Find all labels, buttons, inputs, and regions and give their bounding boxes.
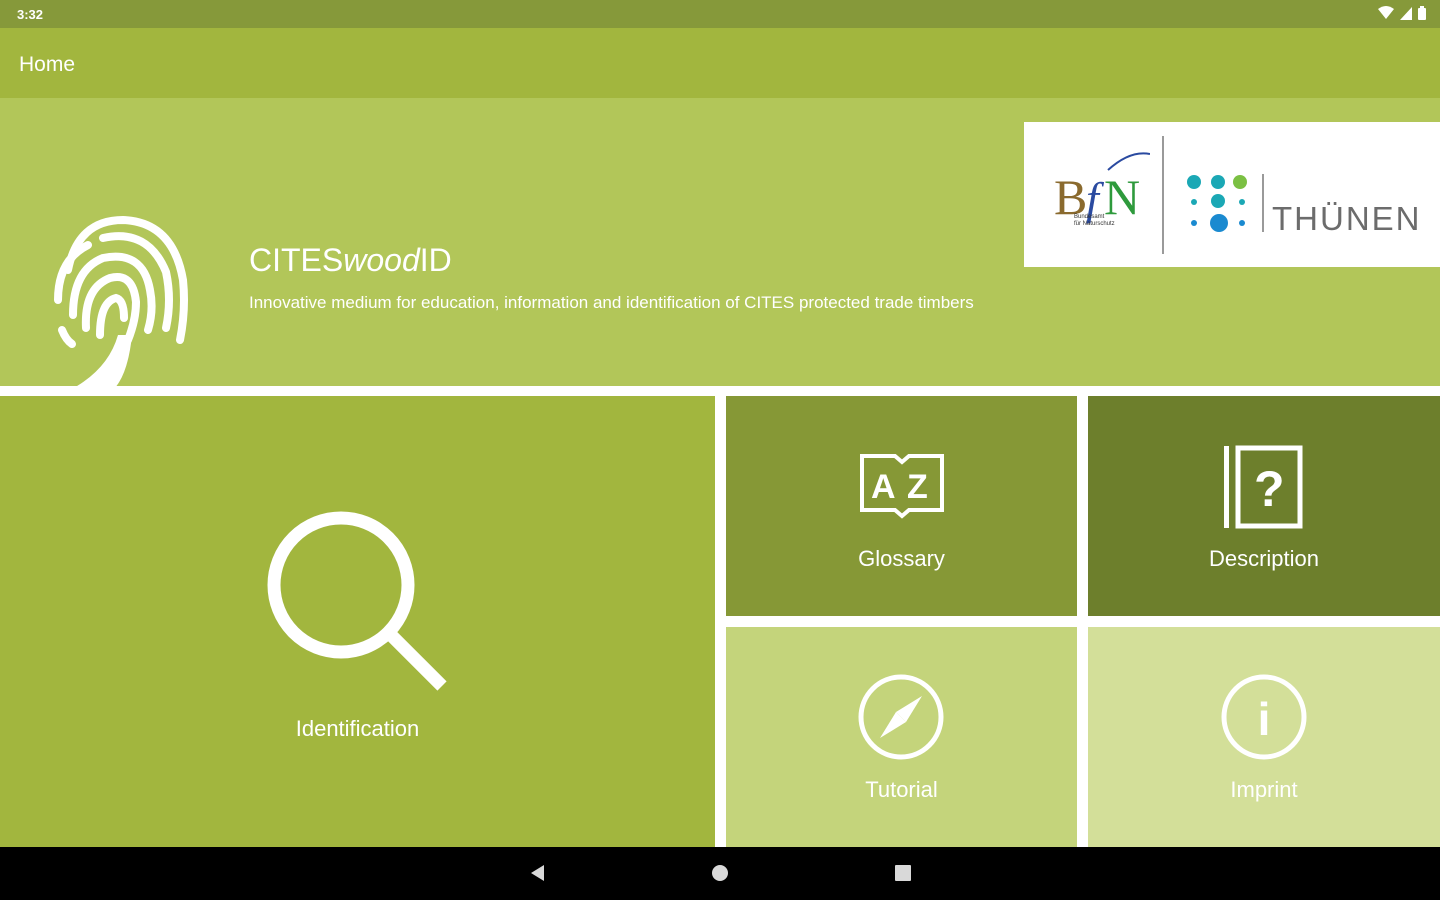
bfn-logo: B f N (1054, 152, 1150, 225)
tutorial-label: Tutorial (865, 777, 938, 802)
question-book-icon: ? (1224, 445, 1303, 529)
thuenen-wordmark: THÜNEN (1272, 200, 1422, 237)
az-book-letter-a: A (871, 468, 896, 506)
partner-logos: B f N Bundesamt für Naturschutz THÜNEN (1024, 122, 1440, 267)
status-icons (1378, 6, 1426, 20)
description-tile[interactable]: ? Description (1088, 396, 1440, 616)
imprint-label: Imprint (1230, 777, 1298, 802)
glossary-label: Glossary (858, 546, 945, 571)
system-nav-bar (0, 847, 1440, 900)
battery-icon (1418, 6, 1426, 20)
question-mark-glyph: ? (1254, 461, 1285, 517)
info-icon: i (1221, 674, 1307, 760)
app-name: CITESwoodID (249, 242, 452, 279)
page-title: Home (19, 53, 76, 76)
app-name-italic: wood (343, 242, 420, 278)
az-book-letter-z: Z (907, 468, 928, 506)
fingerprint-tree-logo-icon (54, 215, 188, 386)
thuenen-bar (1262, 174, 1264, 232)
home-nav-icon[interactable] (710, 863, 730, 883)
status-time: 3:32 (17, 7, 44, 22)
compass-icon (858, 674, 944, 760)
signal-icon (1400, 6, 1412, 20)
glossary-tile[interactable]: A Z Glossary (726, 396, 1077, 616)
tutorial-tile[interactable]: Tutorial (726, 627, 1077, 847)
az-book-icon: A Z (860, 454, 944, 519)
recents-nav-icon[interactable] (893, 863, 913, 883)
bfn-caption-line2: für Naturschutz (1074, 221, 1115, 227)
thuenen-dots-icon (1187, 175, 1247, 232)
imprint-tile[interactable]: i Imprint (1088, 627, 1440, 847)
app-name-suffix: ID (419, 242, 452, 278)
search-icon (267, 511, 447, 691)
status-bar: 3:32 (0, 0, 1440, 28)
bfn-caption: Bundesamt für Naturschutz (1074, 214, 1115, 228)
logo-divider (1162, 136, 1164, 254)
app-description: Innovative medium for education, informa… (249, 293, 974, 312)
bfn-caption-line1: Bundesamt (1074, 214, 1105, 220)
identification-tile[interactable]: Identification (0, 396, 715, 847)
back-nav-icon[interactable] (528, 863, 548, 883)
app-bar: Home (0, 28, 1440, 98)
description-label: Description (1208, 546, 1320, 571)
info-glyph: i (1258, 693, 1271, 745)
header-separator (0, 386, 1440, 396)
identification-label: Identification (295, 716, 420, 741)
wifi-icon (1378, 6, 1394, 19)
header-banner: CITESwoodID Innovative medium for educat… (0, 98, 1440, 386)
app-name-prefix: CITES (249, 242, 344, 278)
